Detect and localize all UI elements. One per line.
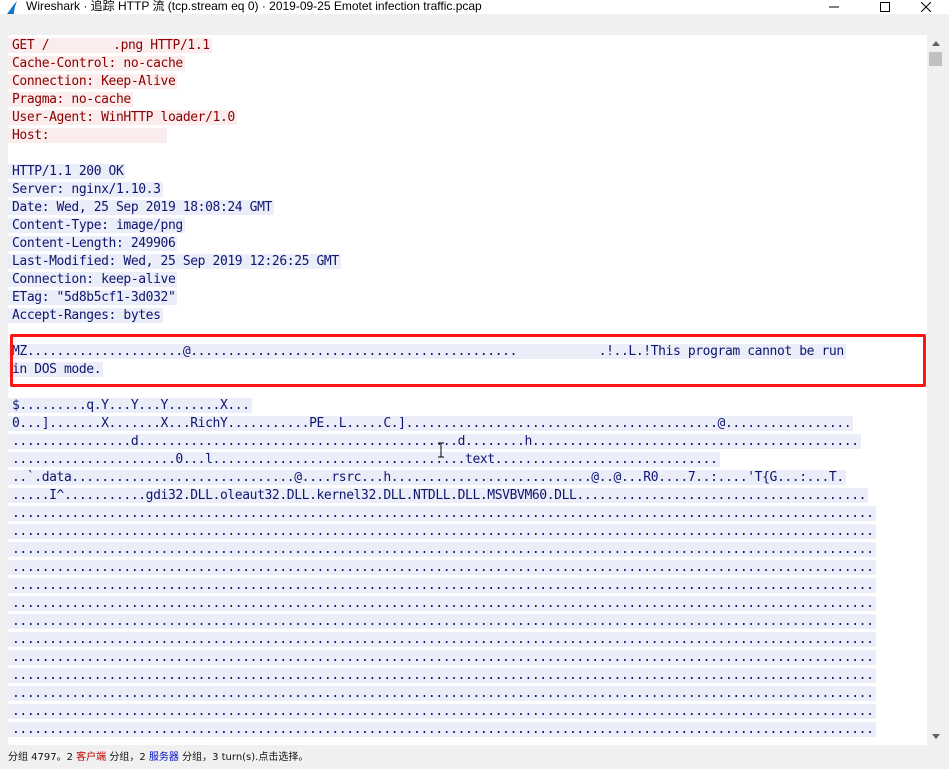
response-body-line: ........................................… [8,559,927,577]
request-header: Cache-Control: no-cache [8,55,927,73]
client-packets-link[interactable]: 客户端 [76,752,106,763]
scroll-down-arrow-icon[interactable] [927,728,944,745]
response-body-line: ........................................… [8,505,927,523]
response-header: Connection: keep-alive [8,271,927,289]
response-body-line: ........................................… [8,649,927,667]
wireshark-fin-icon [5,0,19,14]
response-header: Date: Wed, 25 Sep 2019 18:08:24 GMT [8,199,927,217]
request-line: GET / .png HTTP/1.1 [8,37,927,55]
response-body-line: ........................................… [8,703,927,721]
title-bar: Wireshark · 追踪 HTTP 流 (tcp.stream eq 0) … [0,0,949,14]
vertical-scrollbar[interactable] [927,35,944,745]
response-body-line: ........................................… [8,523,927,541]
response-header: ETag: "5d8b5cf1-3d032" [8,289,927,307]
response-body-line: ........................................… [8,541,927,559]
response-header: Content-Type: image/png [8,217,927,235]
request-header: User-Agent: WinHTTP loader/1.0 [8,109,927,127]
response-body-line: ........................................… [8,613,927,631]
scroll-thumb[interactable] [929,52,942,66]
response-body-line: ........................................… [8,685,927,703]
status-line: 分组 4797。2 客户端 分组，2 服务器 分组，3 turn(s).点击选择… [8,752,309,763]
response-header: Last-Modified: Wed, 25 Sep 2019 12:26:25… [8,253,927,271]
close-button[interactable] [903,0,949,14]
response-body-line: ......................0...l.............… [8,451,927,469]
response-body-line: ........................................… [8,577,927,595]
response-header: Server: nginx/1.10.3 [8,181,927,199]
redacted-path [49,39,114,52]
response-body-line: $.........q.Y...Y...Y.......X... [8,397,927,415]
stream-text-area[interactable]: GET / .png HTTP/1.1 Cache-Control: no-cac… [8,35,927,745]
response-body-line: 0...].......X.......X...RichY...........… [8,415,927,433]
response-body-line: ........................................… [8,667,927,685]
server-packets-link[interactable]: 服务器 [149,752,179,763]
maximize-button[interactable] [862,0,908,14]
highlight-annotation-box [10,334,926,387]
response-body-line: ........................................… [8,631,927,649]
response-body-line: ................d.......................… [8,433,927,451]
response-body-line: ..`.data..............................@.… [8,469,927,487]
scroll-up-arrow-icon[interactable] [927,35,944,52]
window-title: Wireshark · 追踪 HTTP 流 (tcp.stream eq 0) … [26,0,482,13]
request-header: Pragma: no-cache [8,91,927,109]
minimize-button[interactable] [811,0,857,14]
response-body-line: ........................................… [8,595,927,613]
stream-content: GET / .png HTTP/1.1 Cache-Control: no-cac… [8,37,927,739]
response-body-line: .....I^...........gdi32.DLL.oleaut32.DLL… [8,487,927,505]
response-header: Accept-Ranges: bytes [8,307,927,325]
request-header-host: Host: [8,127,927,145]
redacted-host [56,129,165,142]
response-status-line: HTTP/1.1 200 OK [8,163,927,181]
response-body-line: ........................................… [8,721,927,739]
request-header: Connection: Keep-Alive [8,73,927,91]
text-cursor-icon [437,442,445,458]
response-header: Content-Length: 249906 [8,235,927,253]
